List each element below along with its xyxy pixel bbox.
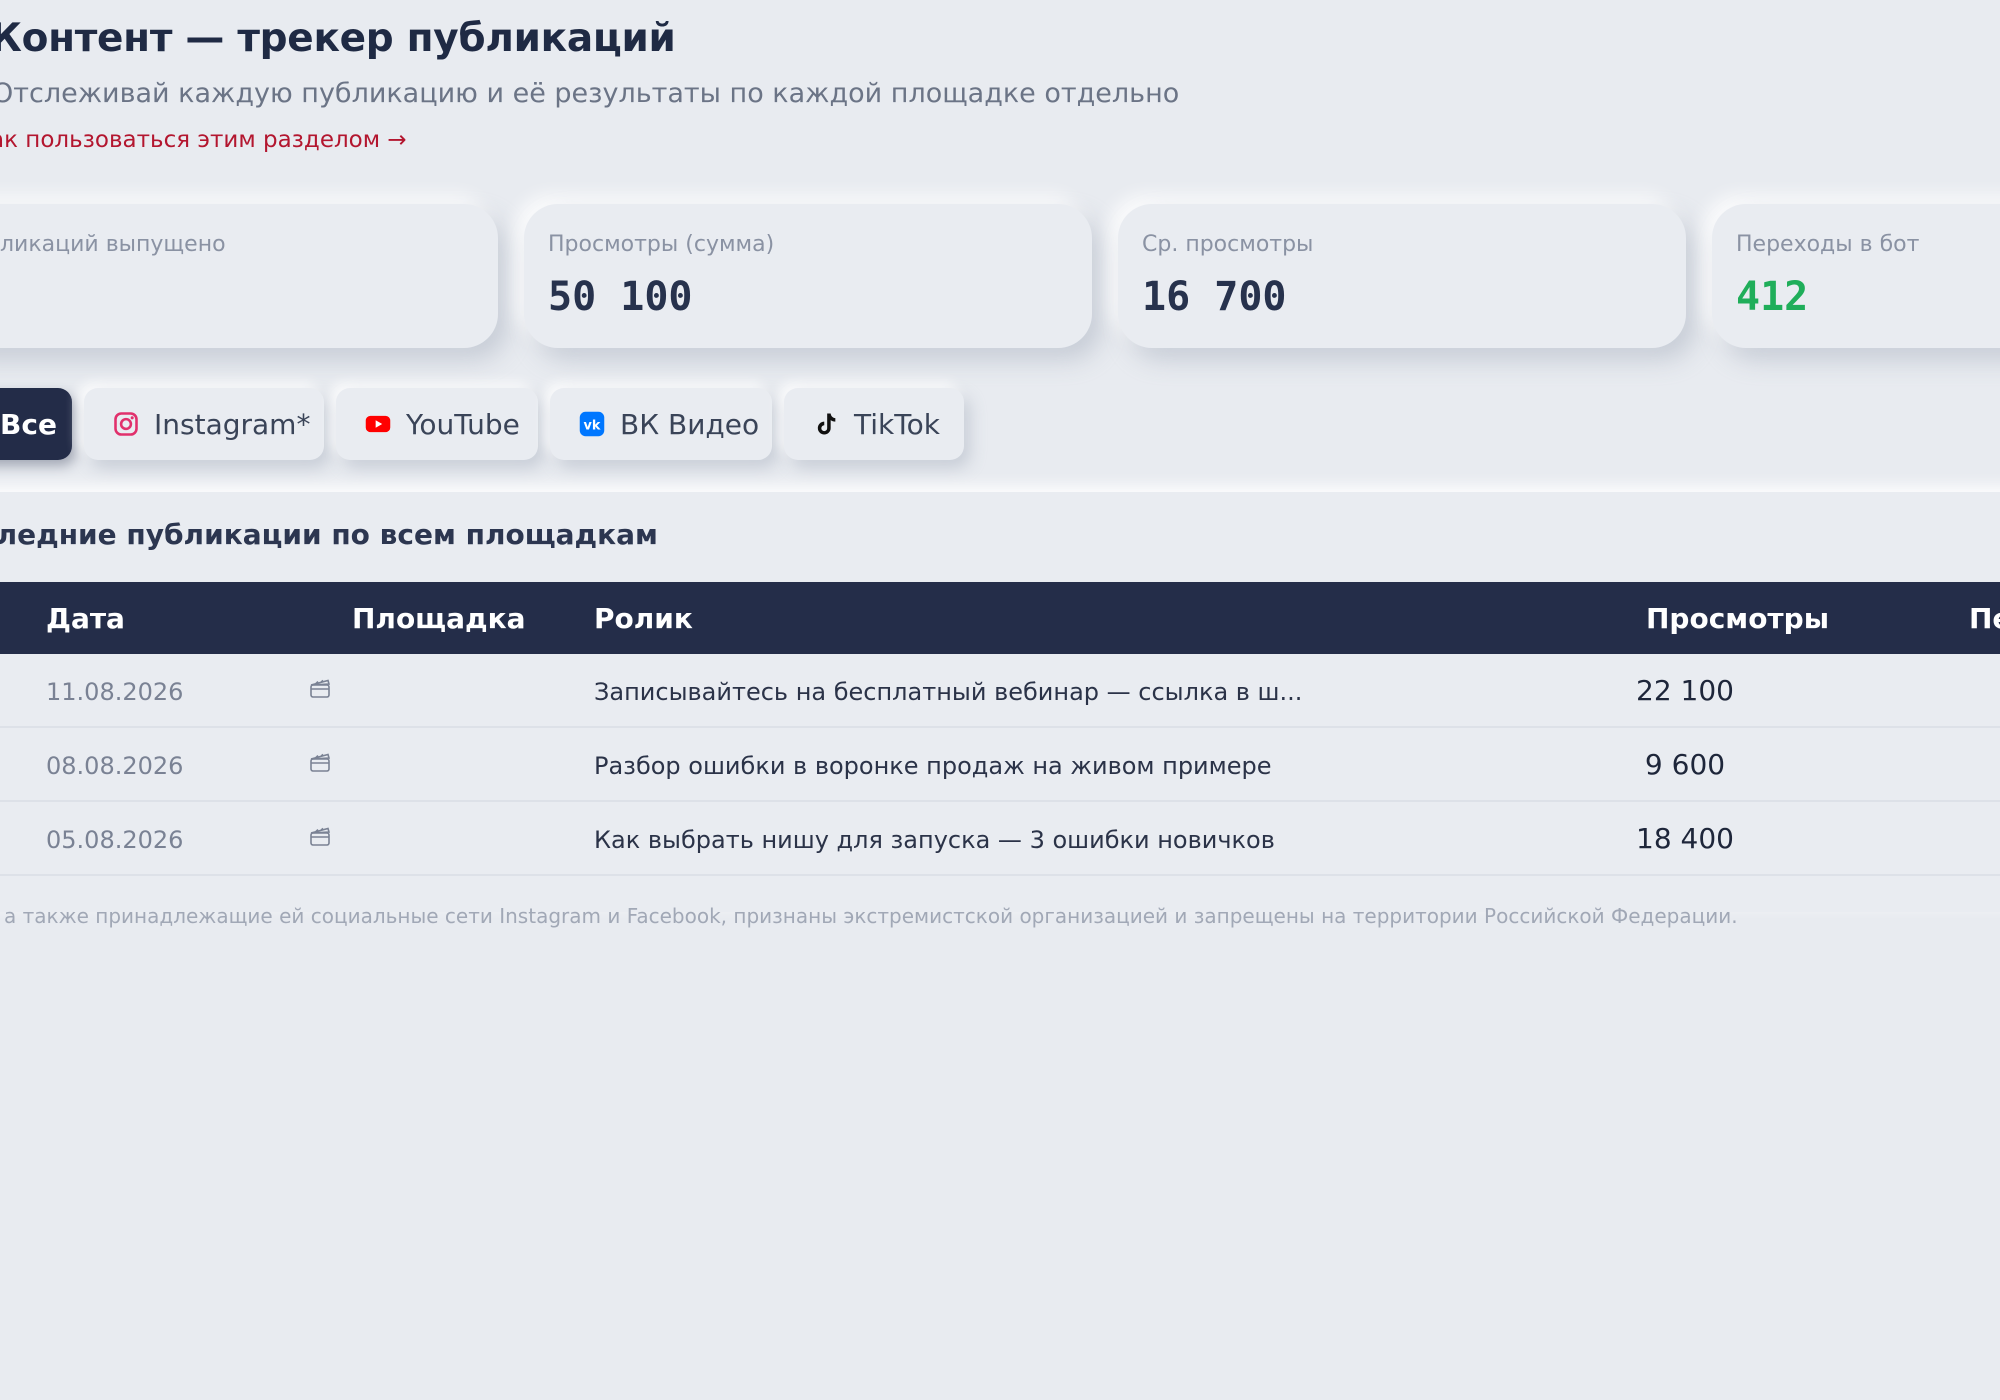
row-date: 05.08.2026 (46, 826, 184, 854)
column-header-video[interactable]: Ролик (594, 602, 693, 635)
tab-label: ВК Видео (620, 407, 760, 441)
help-link[interactable]: ак пользоваться этим разделом → (0, 127, 407, 153)
page-title: Контент — трекер публикаций (0, 16, 676, 61)
tab-instagram[interactable]: Instagram* (84, 388, 324, 460)
tab-tiktok[interactable]: TikTok (784, 388, 964, 460)
stat-value: 16 700 (1142, 274, 1287, 320)
tab-all[interactable]: Все (0, 388, 72, 460)
stat-label: ликаций выпущено (0, 232, 226, 257)
clapperboard-icon (308, 676, 332, 706)
youtube-icon (364, 410, 392, 438)
tiktok-icon (812, 410, 840, 438)
row-date: 11.08.2026 (46, 678, 184, 706)
tab-label: Все (0, 407, 57, 441)
stat-value: 50 100 (548, 274, 693, 320)
row-views: 18 400 (1636, 822, 1734, 855)
section-heading: следние публикации по всем площадкам (0, 518, 658, 551)
row-views: 22 100 (1636, 674, 1734, 707)
tab-label: TikTok (854, 407, 940, 441)
table-row[interactable]: 08.08.2026 Разбор ошибки в воронке прода… (0, 728, 2000, 802)
tab-vk-video[interactable]: vk ВК Видео (550, 388, 772, 460)
page-subtitle: Отслеживай каждую публикацию и её резуль… (0, 78, 1180, 109)
publications-table: Дата Площадка Ролик Просмотры Пе 11.08.2… (0, 582, 2000, 876)
stat-value: 412 (1736, 274, 1809, 320)
row-title: Разбор ошибки в воронке продаж на живом … (594, 752, 1272, 780)
stat-label: Просмотры (сумма) (548, 232, 775, 257)
stat-card-published: ликаций выпущено (0, 204, 498, 348)
row-date: 08.08.2026 (46, 752, 184, 780)
tab-label: Instagram* (154, 407, 311, 441)
stat-label: Ср. просмотры (1142, 232, 1314, 257)
column-header-platform[interactable]: Площадка (352, 602, 526, 635)
legal-footnote: а также принадлежащие ей социальные сети… (4, 904, 1738, 928)
vk-icon: vk (578, 410, 606, 438)
clapperboard-icon (308, 750, 332, 780)
tab-label: YouTube (406, 407, 520, 441)
stat-label: Переходы в бот (1736, 232, 1920, 257)
table-row[interactable]: 05.08.2026 Как выбрать нишу для запуска … (0, 802, 2000, 876)
stat-card-bot-transitions: Переходы в бот 412 (1712, 204, 2000, 348)
instagram-icon (112, 410, 140, 438)
column-header-date[interactable]: Дата (46, 602, 125, 635)
clapperboard-icon (308, 824, 332, 854)
row-views: 9 600 (1644, 748, 1726, 781)
stat-card-views-total: Просмотры (сумма) 50 100 (524, 204, 1092, 348)
row-title: Записывайтесь на бесплатный вебинар — сс… (594, 678, 1303, 706)
table-header: Дата Площадка Ролик Просмотры Пе (0, 582, 2000, 654)
column-header-transitions[interactable]: Пе (1969, 602, 2000, 635)
tab-youtube[interactable]: YouTube (336, 388, 538, 460)
content-tracker-page: Контент — трекер публикаций Отслеживай к… (0, 0, 2000, 1400)
table-row[interactable]: 11.08.2026 Записывайтесь на бесплатный в… (0, 654, 2000, 728)
column-header-views[interactable]: Просмотры (1646, 602, 1829, 635)
row-title: Как выбрать нишу для запуска — 3 ошибки … (594, 826, 1275, 854)
svg-text:vk: vk (584, 418, 601, 433)
stat-card-views-avg: Ср. просмотры 16 700 (1118, 204, 1686, 348)
